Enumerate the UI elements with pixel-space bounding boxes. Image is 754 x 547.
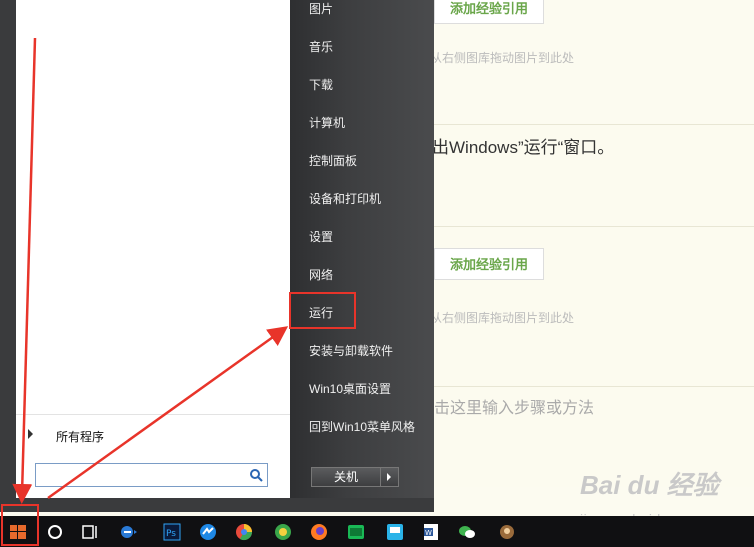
task-view-icon[interactable] [80, 522, 100, 542]
drag-image-hint: 从右侧图库拖动图片到此处 [412, 309, 574, 326]
shutdown-button-group: 关机 [311, 467, 399, 487]
menu-item-network[interactable]: 网络 [309, 266, 333, 283]
menu-item-install-uninstall[interactable]: 安装与卸载软件 [309, 342, 393, 359]
menu-item-win10-menu-style[interactable]: 回到Win10菜单风格 [309, 418, 415, 435]
start-button-highlight-box [1, 504, 39, 546]
firefox-icon[interactable] [309, 522, 329, 542]
iqiyi-icon[interactable] [346, 522, 366, 542]
svg-text:Ps: Ps [166, 529, 176, 539]
360-browser-icon[interactable] [273, 522, 293, 542]
shutdown-button[interactable]: 关机 [312, 468, 381, 486]
menu-item-downloads[interactable]: 下载 [309, 76, 333, 93]
ie-browser-icon[interactable] [118, 522, 138, 542]
menu-item-computer[interactable]: 计算机 [309, 114, 345, 131]
add-reference-button[interactable]: 添加经验引用 [434, 0, 544, 24]
run-highlight-box [289, 292, 356, 329]
svg-text:W: W [425, 529, 432, 537]
taskbar [0, 516, 754, 547]
menu-item-win10-desktop-settings[interactable]: Win10桌面设置 [309, 380, 391, 397]
chrome-color-icon[interactable] [234, 522, 254, 542]
step-input-placeholder[interactable]: 点击这里输入步骤或方法 [418, 394, 594, 418]
chevron-right-icon [387, 473, 391, 481]
wps-word-icon[interactable]: W [421, 522, 441, 542]
menu-item-devices-printers[interactable]: 设备和打印机 [309, 190, 381, 207]
menu-item-settings[interactable]: 设置 [309, 228, 333, 245]
start-search-box[interactable] [35, 463, 268, 487]
watermark-logo: Bai du 经验 [580, 470, 719, 500]
expand-arrow-icon [28, 429, 33, 439]
wechat-icon[interactable] [457, 522, 477, 542]
all-programs-item[interactable]: 所有程序 [16, 414, 290, 455]
drag-image-hint: 从右侧图库拖动图片到此处 [412, 49, 574, 66]
menu-item-pictures[interactable]: 图片 [309, 0, 333, 17]
app-blue-icon[interactable] [198, 522, 218, 542]
step-text[interactable]: 调出Windows”运行“窗口。 [415, 133, 614, 158]
shutdown-options-button[interactable] [380, 468, 398, 486]
all-programs-label: 所有程序 [56, 430, 105, 444]
menu-item-control-panel[interactable]: 控制面板 [309, 152, 357, 169]
add-reference-button[interactable]: 添加经验引用 [434, 248, 544, 280]
search-icon[interactable] [249, 468, 263, 482]
photoshop-icon[interactable]: Ps [162, 522, 182, 542]
start-search-input[interactable] [39, 465, 243, 487]
cortana-circle-icon[interactable] [45, 522, 65, 542]
app-cyan-icon[interactable] [385, 522, 405, 542]
menu-item-music[interactable]: 音乐 [309, 38, 333, 55]
app-game-icon[interactable] [497, 522, 517, 542]
